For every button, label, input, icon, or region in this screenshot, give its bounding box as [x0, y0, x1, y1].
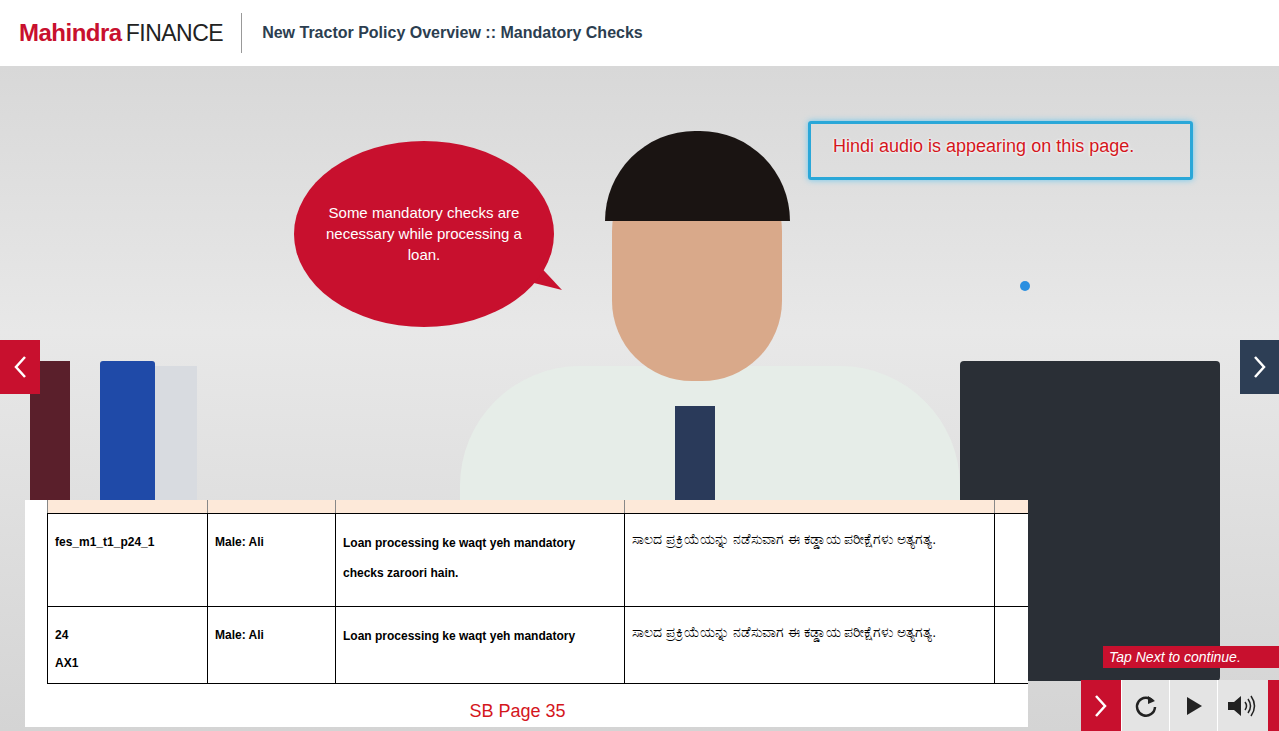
play-button[interactable] — [1169, 680, 1217, 731]
header-cell — [624, 500, 995, 513]
speech-text: Some mandatory checks are necessary whil… — [319, 202, 529, 265]
table-cell: Loan processing ke waqt yeh mandatory ch… — [335, 514, 624, 606]
volume-icon — [1226, 694, 1260, 718]
next-button[interactable] — [1081, 680, 1121, 731]
speech-bubble: Some mandatory checks are necessary whil… — [294, 140, 564, 330]
control-bar — [1081, 680, 1279, 731]
table-cell: Loan processing ke waqt yeh mandatory — [335, 607, 624, 683]
header: MahindraFINANCENew Tractor Policy Overvi… — [0, 0, 1279, 66]
page-label: SB Page 35 — [469, 698, 565, 725]
binder — [100, 361, 155, 511]
script-panel: fes_m1_t1_p24_1Male: AliLoan processing … — [25, 500, 1028, 727]
table-header-strip — [47, 500, 1028, 513]
chevron-right-icon — [1253, 355, 1267, 379]
table-row: 24 AX1Male: AliLoan processing ke waqt y… — [47, 606, 1028, 684]
binder — [155, 366, 197, 506]
table-cell: ಸಾಲದ ಪ್ರಕ್ರಿಯೆಯನ್ನು ನಡೆಸುವಾಗ ಈ ಕಡ್ಡಾಯ ಪರ… — [624, 514, 995, 606]
table-cell: 24 AX1 — [47, 607, 207, 683]
volume-button[interactable] — [1217, 680, 1268, 731]
logo-suffix: FINANCE — [126, 16, 223, 51]
annotation-text: Hindi audio is appearing on this page. — [833, 133, 1134, 160]
chevron-left-icon — [13, 355, 27, 379]
table-row: fes_m1_t1_p24_1Male: AliLoan processing … — [47, 513, 1028, 606]
chevron-right-icon — [1094, 694, 1108, 718]
cursor-dot — [1020, 281, 1030, 291]
hint-text: Tap Next to continue. — [1109, 647, 1241, 668]
replay-button[interactable] — [1121, 680, 1169, 731]
page-title: New Tractor Policy Overview :: Mandatory… — [242, 21, 643, 45]
person-hair — [605, 131, 790, 221]
logo[interactable]: MahindraFINANCE — [0, 15, 241, 51]
table-cell: fes_m1_t1_p24_1 — [47, 514, 207, 606]
replay-icon — [1133, 693, 1159, 719]
next-nav-button[interactable] — [1240, 340, 1279, 394]
logo-brand: Mahindra — [19, 15, 122, 51]
prev-button[interactable] — [0, 340, 40, 394]
header-cell — [47, 500, 207, 513]
header-cell — [335, 500, 624, 513]
stage: Some mandatory checks are necessary whil… — [0, 66, 1279, 731]
annotation-box: Hindi audio is appearing on this page. — [808, 121, 1193, 180]
hint-box: Tap Next to continue. — [1103, 646, 1279, 668]
table-cell: Male: Ali — [207, 514, 335, 606]
play-icon — [1185, 696, 1203, 716]
header-cell — [207, 500, 335, 513]
bar-end — [1268, 680, 1279, 731]
page-label-row: SB Page 35 — [47, 684, 1028, 725]
header-divider — [241, 13, 242, 53]
table-cell: ಸಾಲದ ಪ್ರಕ್ರಿಯೆಯನ್ನು ನಡೆಸುವಾಗ ಈ ಕಡ್ಡಾಯ ಪರ… — [624, 607, 995, 683]
table-cell: Male: Ali — [207, 607, 335, 683]
